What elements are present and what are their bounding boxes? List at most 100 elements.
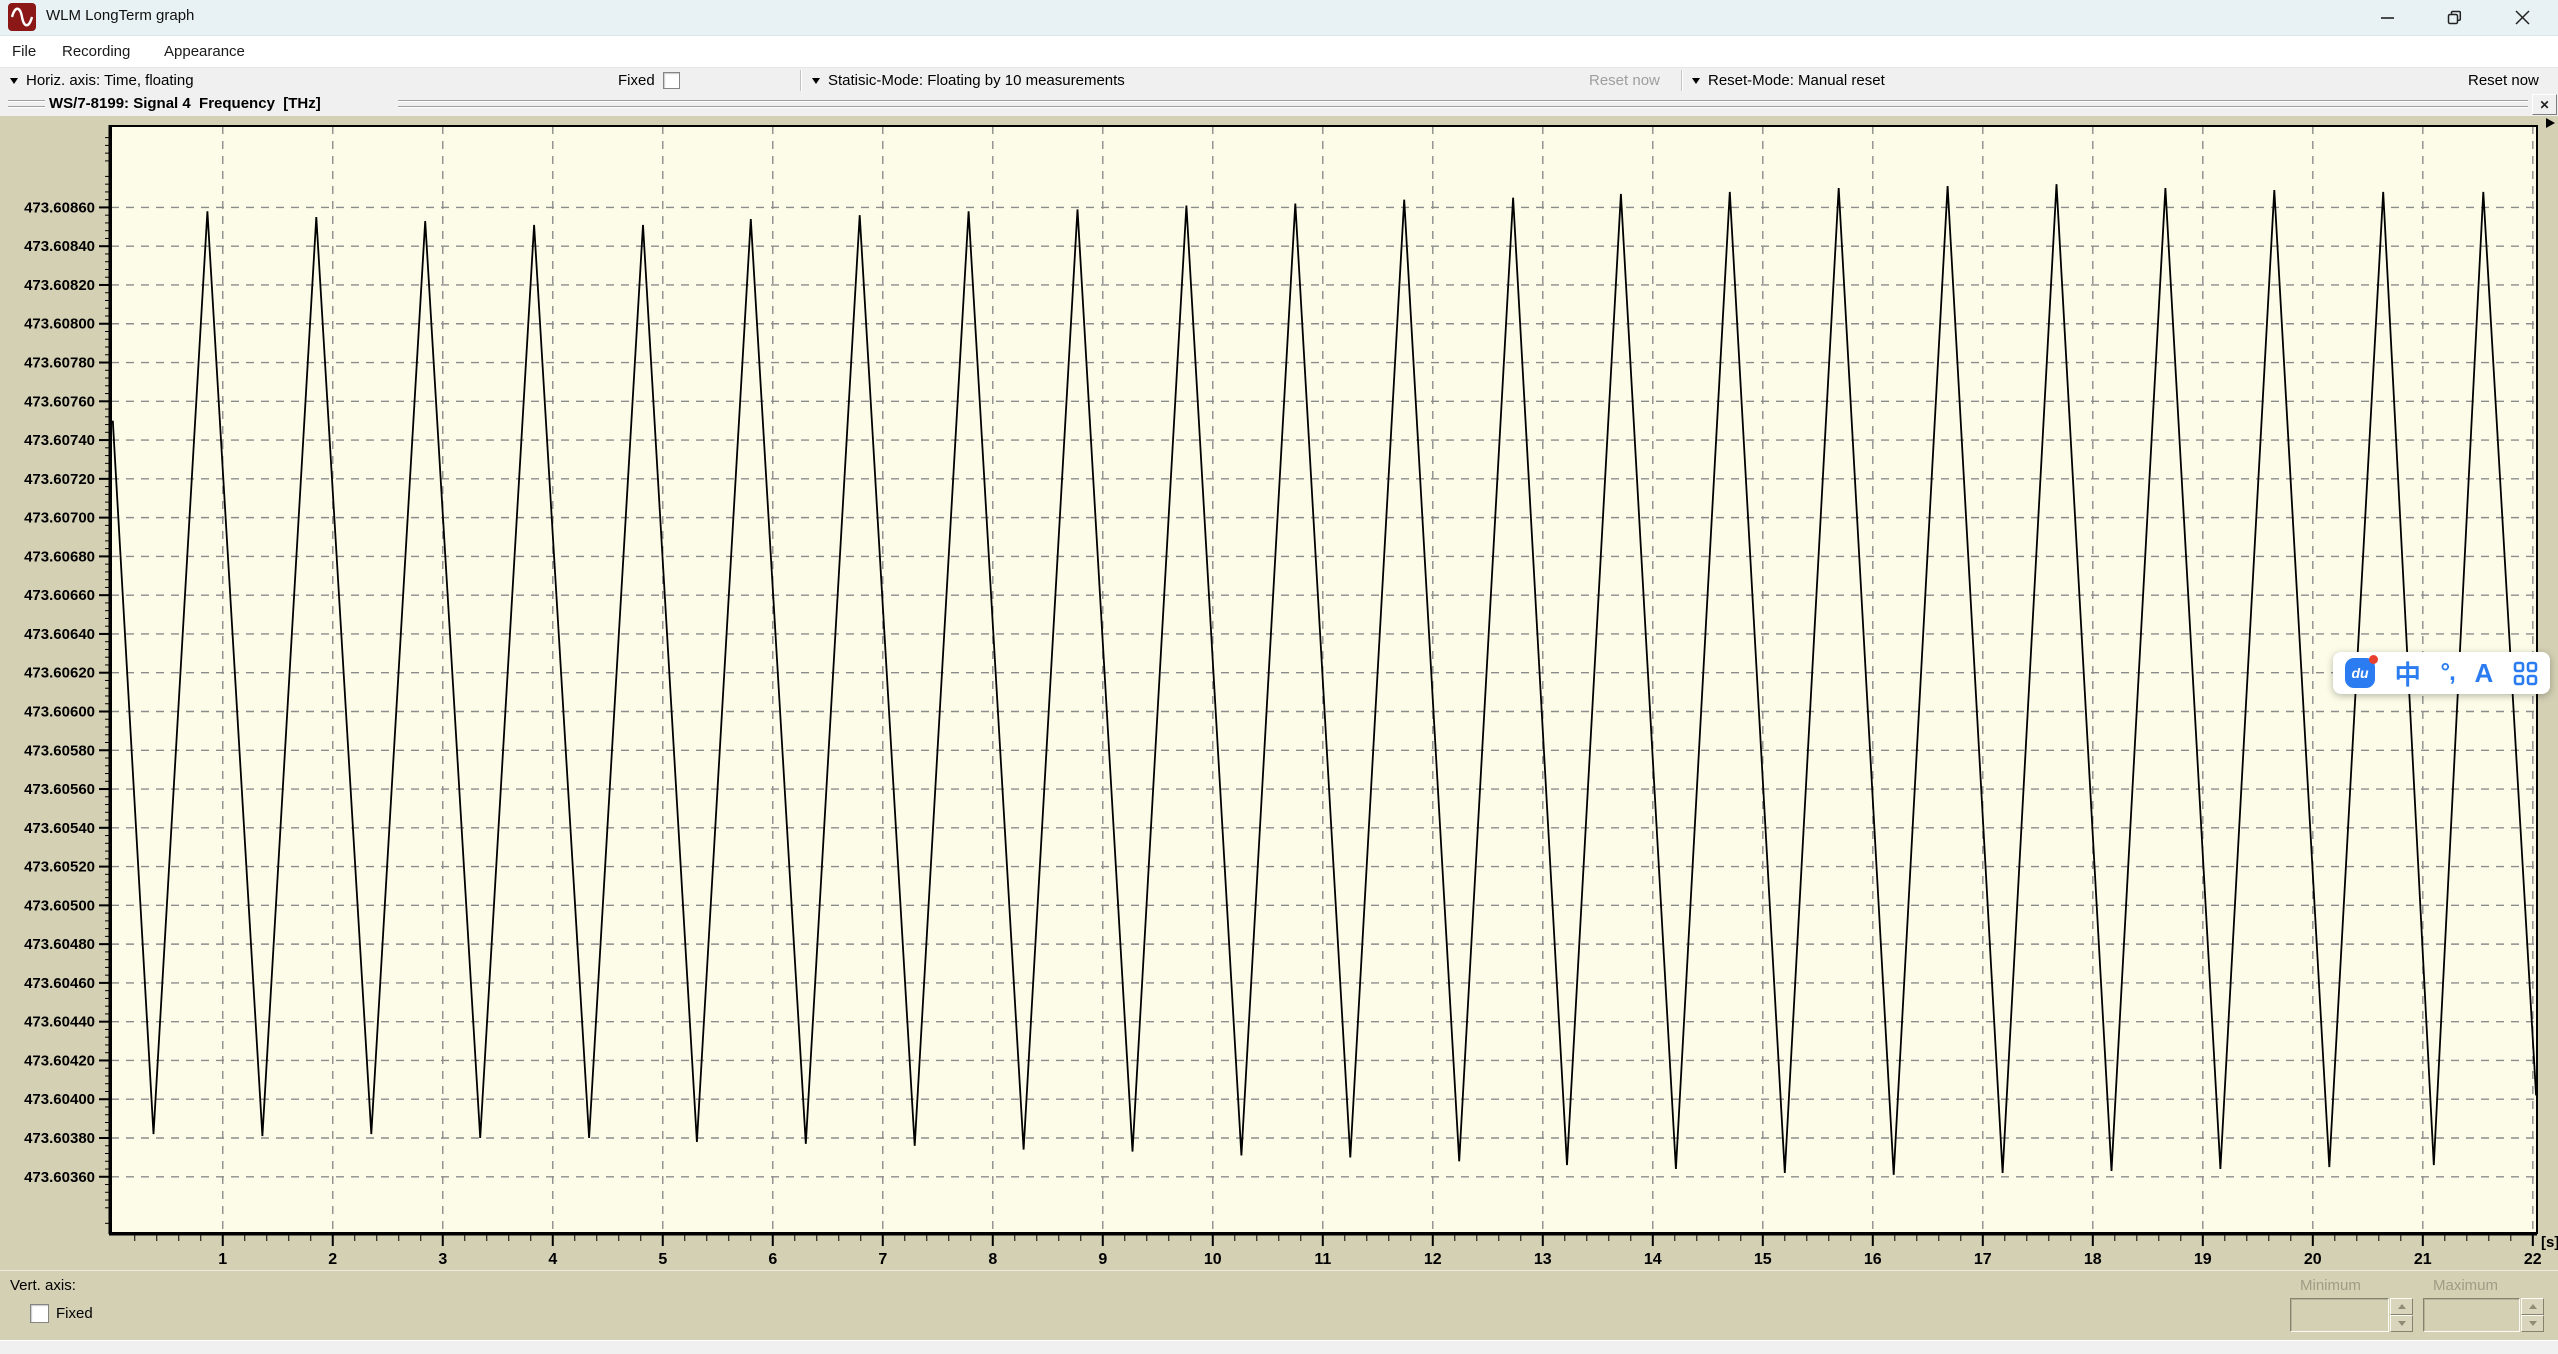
svg-text:16: 16 xyxy=(1864,1251,1882,1268)
minimum-spinner xyxy=(2390,1298,2413,1332)
svg-text:14: 14 xyxy=(1644,1251,1662,1268)
chinese-english-toggle-button[interactable]: 中 xyxy=(2395,655,2421,692)
svg-text:3: 3 xyxy=(438,1251,447,1268)
svg-text:11: 11 xyxy=(1314,1251,1331,1268)
svg-text:473.60640: 473.60640 xyxy=(24,626,95,643)
spinner-down-icon xyxy=(2397,1321,2406,1326)
menu-file[interactable]: File xyxy=(8,41,40,62)
minimize-button[interactable] xyxy=(2365,0,2411,35)
svg-text:473.60380: 473.60380 xyxy=(24,1130,95,1147)
svg-text:473.60520: 473.60520 xyxy=(24,859,95,876)
letter-a-icon: A xyxy=(2474,657,2494,688)
chinese-mode-icon: 中 xyxy=(2394,659,2421,690)
svg-text:473.60720: 473.60720 xyxy=(24,471,95,488)
svg-text:473.60600: 473.60600 xyxy=(24,703,95,720)
maximum-spinner xyxy=(2521,1298,2544,1332)
apps-grid-button[interactable] xyxy=(2513,661,2538,686)
title-bar: WLM LongTerm graph xyxy=(0,0,2558,36)
svg-text:13: 13 xyxy=(1534,1251,1552,1268)
reset-now-disabled-label: Reset now xyxy=(1589,72,1660,89)
svg-text:473.60480: 473.60480 xyxy=(24,936,95,953)
svg-text:8: 8 xyxy=(988,1251,997,1268)
svg-text:7: 7 xyxy=(878,1251,887,1268)
spinner-up-icon xyxy=(2397,1304,2406,1309)
punctuation-toggle-button[interactable]: °, xyxy=(2440,659,2455,687)
graph-close-button[interactable]: ✕ xyxy=(2532,94,2557,115)
menu-appearance[interactable]: Appearance xyxy=(160,41,249,62)
spinner-down-icon xyxy=(2528,1321,2537,1326)
chart-panel: 473.60360 473.60380 473.60400 473.60420 473.… xyxy=(0,116,2558,1270)
reset-now-button-disabled[interactable]: Reset now xyxy=(1589,68,1660,93)
svg-text:473.60800: 473.60800 xyxy=(24,316,95,333)
svg-text:12: 12 xyxy=(1424,1251,1442,1268)
svg-text:15: 15 xyxy=(1754,1251,1772,1268)
menu-bar: File Recording Appearance xyxy=(0,36,2558,67)
svg-text:473.60500: 473.60500 xyxy=(24,897,95,914)
wlm-longterm-graph-window: WLM LongTerm graph File Recording Appear… xyxy=(0,0,2558,1354)
horiz-axis-dropdown[interactable]: Horiz. axis: Time, floating xyxy=(10,68,194,93)
svg-text:10: 10 xyxy=(1204,1251,1222,1268)
horiz-fixed-group: Fixed xyxy=(618,68,680,93)
vert-fixed-label: Fixed xyxy=(56,1305,93,1322)
svg-text:473.60540: 473.60540 xyxy=(24,820,95,837)
svg-text:473.60820: 473.60820 xyxy=(24,277,95,294)
graph-header: WS/7-8199: Signal 4 Frequency [THz] ✕ xyxy=(0,92,2558,116)
spinner-up-icon xyxy=(2528,1304,2537,1309)
statistic-mode-dropdown[interactable]: Statisic-Mode: Floating by 10 measuremen… xyxy=(812,68,1125,93)
vert-fixed-checkbox[interactable] xyxy=(30,1304,49,1323)
reset-now-label: Reset now xyxy=(2468,72,2539,89)
graph-title: WS/7-8199: Signal 4 Frequency [THz] xyxy=(49,95,321,112)
close-icon: ✕ xyxy=(2539,97,2550,112)
baidu-ime-logo-icon: du xyxy=(2345,655,2378,688)
menu-recording[interactable]: Recording xyxy=(58,41,134,62)
close-button[interactable] xyxy=(2499,0,2545,35)
ime-logo-button[interactable]: du xyxy=(2345,655,2378,688)
toolbar: Horiz. axis: Time, floating Fixed Statis… xyxy=(0,67,2558,94)
svg-text:6: 6 xyxy=(768,1251,777,1268)
vert-axis-panel: Vert. axis: Fixed Minimum Maximum xyxy=(0,1270,2558,1341)
punctuation-icon: °, xyxy=(2440,659,2455,686)
reset-mode-dropdown[interactable]: Reset-Mode: Manual reset xyxy=(1692,68,1885,93)
svg-text:473.60620: 473.60620 xyxy=(24,665,95,682)
dropdown-arrow-icon xyxy=(812,77,820,84)
font-style-button[interactable]: A xyxy=(2474,658,2493,689)
maximum-field[interactable] xyxy=(2423,1298,2520,1332)
restore-button[interactable] xyxy=(2431,0,2477,35)
svg-text:473.60560: 473.60560 xyxy=(24,781,95,798)
svg-text:473.60460: 473.60460 xyxy=(24,975,95,992)
svg-text:473.60420: 473.60420 xyxy=(24,1052,95,1069)
svg-text:473.60700: 473.60700 xyxy=(24,510,95,527)
svg-text:473.60860: 473.60860 xyxy=(24,199,95,216)
svg-text:5: 5 xyxy=(658,1251,667,1268)
spinner-down-button[interactable] xyxy=(2390,1315,2413,1332)
svg-text:17: 17 xyxy=(1974,1251,1992,1268)
spinner-up-button[interactable] xyxy=(2390,1298,2413,1315)
svg-text:20: 20 xyxy=(2304,1251,2322,1268)
reset-now-button[interactable]: Reset now xyxy=(2468,68,2539,93)
svg-text:473.60740: 473.60740 xyxy=(24,432,95,449)
notification-badge xyxy=(2369,655,2378,664)
horiz-axis-label: Horiz. axis: Time, floating xyxy=(26,72,194,89)
svg-text:473.60400: 473.60400 xyxy=(24,1091,95,1108)
horiz-fixed-checkbox[interactable] xyxy=(662,72,680,89)
minimum-label: Minimum xyxy=(2300,1277,2361,1294)
panel-expand-arrow-icon[interactable] xyxy=(2546,118,2555,128)
app-logo-icon xyxy=(8,3,36,31)
svg-text:473.60840: 473.60840 xyxy=(24,238,95,255)
chart-svg: 473.60360 473.60380 473.60400 473.60420 473.… xyxy=(24,125,2558,1268)
header-groove xyxy=(398,100,2528,102)
window-title: WLM LongTerm graph xyxy=(46,7,195,24)
apps-grid-icon xyxy=(2513,661,2538,685)
bottom-strip xyxy=(0,1340,2558,1354)
svg-text:4: 4 xyxy=(548,1251,557,1268)
spinner-down-button[interactable] xyxy=(2521,1315,2544,1332)
spinner-up-button[interactable] xyxy=(2521,1298,2544,1315)
svg-text:473.60360: 473.60360 xyxy=(24,1169,95,1186)
minimum-field[interactable] xyxy=(2290,1298,2389,1332)
restore-icon xyxy=(2447,10,2461,25)
svg-text:9: 9 xyxy=(1098,1251,1107,1268)
svg-text:18: 18 xyxy=(2084,1251,2102,1268)
close-icon xyxy=(2514,10,2530,25)
svg-text:21: 21 xyxy=(2414,1251,2432,1268)
vert-axis-label: Vert. axis: xyxy=(10,1277,76,1294)
